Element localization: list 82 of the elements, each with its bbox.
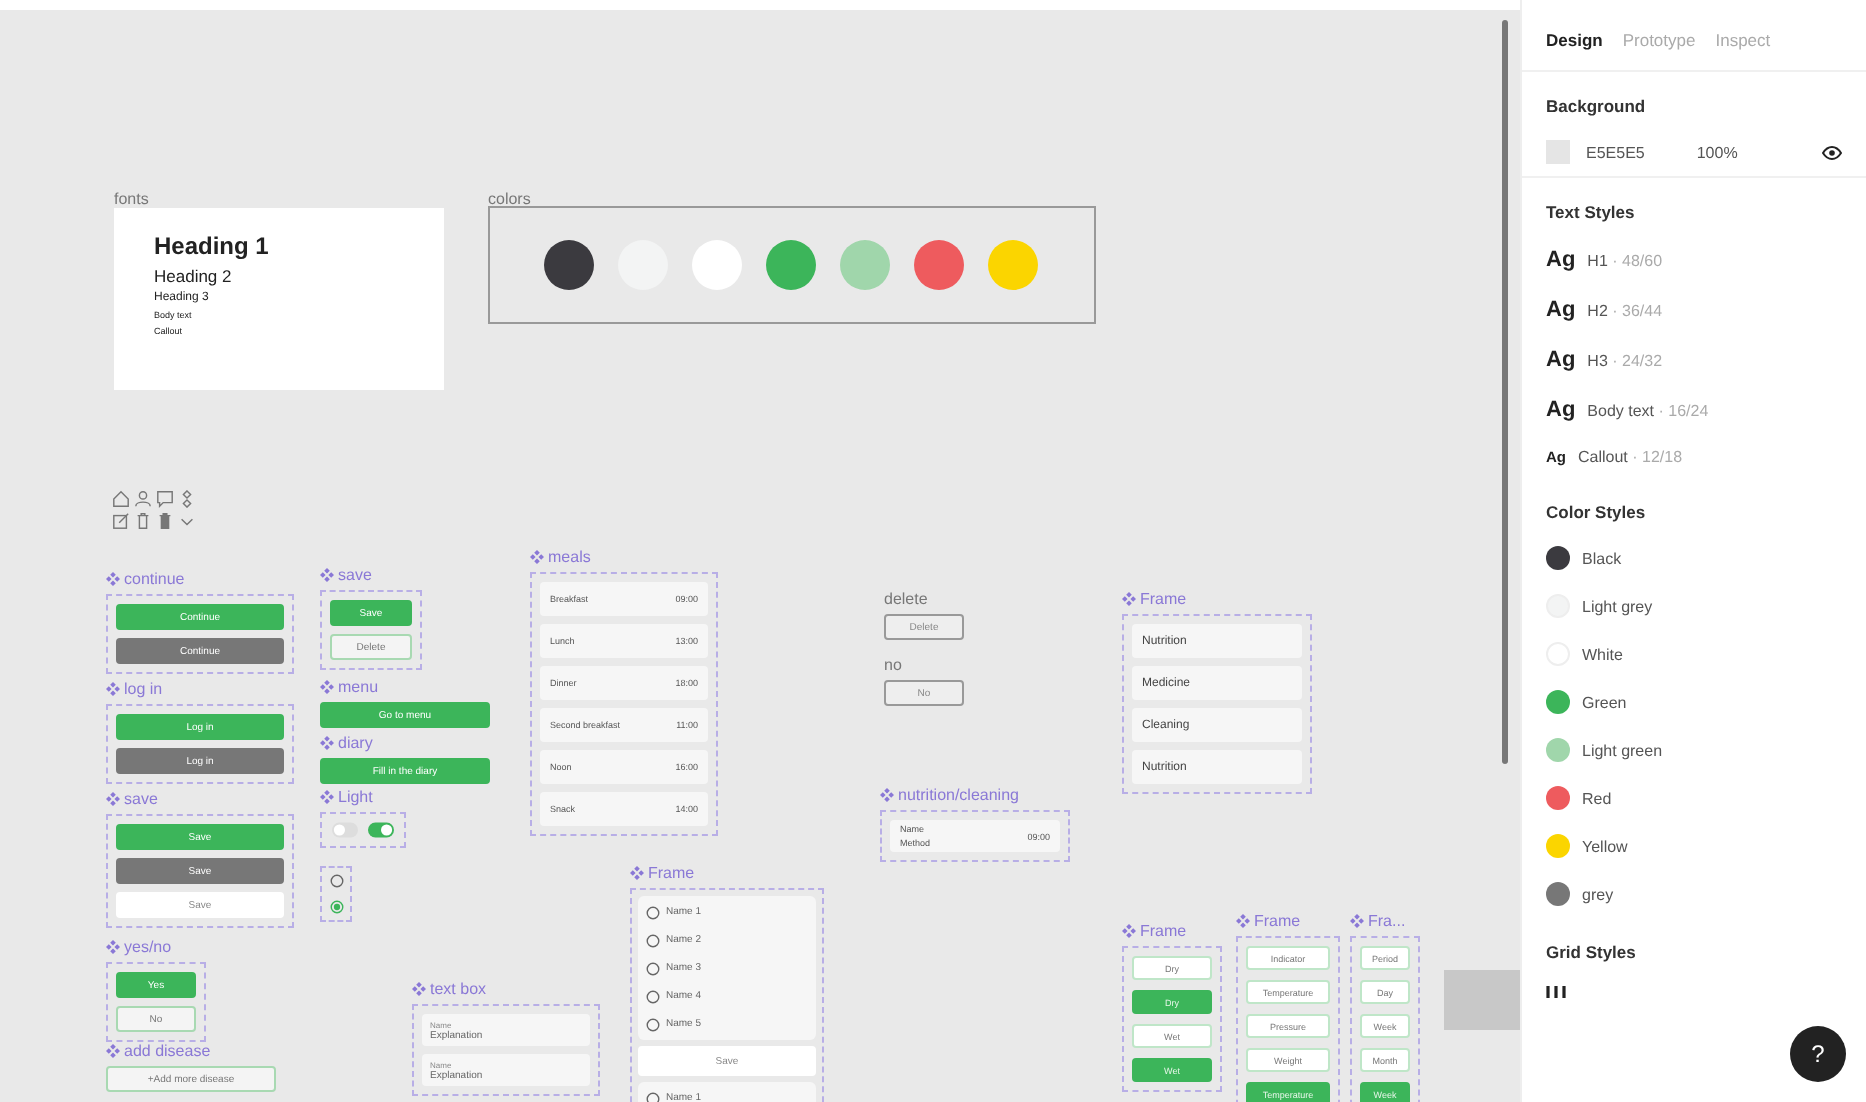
component-icon	[106, 572, 120, 586]
frame-title: no	[884, 656, 902, 674]
trash-icon	[156, 512, 174, 530]
component-icon	[320, 736, 334, 750]
radio-button[interactable]	[330, 900, 344, 914]
frame-title: nutrition/cleaning	[898, 786, 1019, 804]
component-icon	[106, 1044, 120, 1058]
background-swatch[interactable]	[1546, 140, 1570, 164]
color-style-name[interactable]: Black	[1582, 549, 1622, 567]
home-icon	[112, 490, 130, 508]
frame-title: text box	[430, 980, 487, 998]
font-sample: Heading 2	[154, 266, 234, 286]
eye-icon[interactable]	[1822, 145, 1842, 159]
text-style[interactable]: Ag H2 · 36/44	[1546, 298, 1842, 322]
frame-title: diary	[338, 734, 373, 752]
color-style-name[interactable]: Red	[1582, 789, 1612, 807]
component-icon	[106, 792, 120, 806]
radio-button[interactable]	[646, 933, 660, 947]
radio-button[interactable]	[646, 989, 660, 1003]
frame-title: save	[124, 790, 158, 808]
color-style-name[interactable]: Green	[1582, 693, 1627, 711]
component-icon	[1236, 914, 1250, 928]
text-style[interactable]: Ag H1 · 48/60	[1546, 248, 1842, 272]
color-style-name[interactable]: Light grey	[1582, 597, 1653, 615]
radio-button[interactable]	[330, 874, 344, 888]
component-icon	[320, 568, 334, 582]
frame-title: add disease	[124, 1042, 211, 1060]
component-icon	[106, 682, 120, 696]
frame-title: meals	[548, 548, 591, 566]
text-style[interactable]: Ag Body text · 16/24	[1546, 398, 1842, 422]
frame-title: log in	[124, 680, 163, 698]
radio-button[interactable]	[646, 1091, 660, 1102]
frame-title: Frame	[1254, 912, 1301, 930]
toggle-switch[interactable]	[368, 822, 394, 838]
frame-title: fonts	[114, 190, 149, 208]
frame-title: colors	[488, 190, 531, 208]
component-icon	[1122, 924, 1136, 938]
help-button[interactable]: ?	[1790, 1026, 1846, 1082]
text-style[interactable]: Ag H3 · 24/32	[1546, 348, 1842, 372]
frame-title: Fra...	[1368, 912, 1406, 930]
component-icon	[412, 982, 426, 996]
edit-icon	[112, 512, 130, 530]
color-style-name[interactable]: White	[1582, 645, 1623, 663]
font-sample: Heading 1	[154, 232, 271, 260]
chat-icon	[156, 490, 174, 508]
component-icon	[630, 866, 644, 880]
frame-title: Frame	[648, 864, 695, 882]
component-icon	[320, 790, 334, 804]
frame-title: yes/no	[124, 938, 172, 956]
frame-title: continue	[124, 570, 185, 588]
component-icon	[1122, 592, 1136, 606]
component-icon	[880, 788, 894, 802]
component-icon	[1350, 914, 1364, 928]
opacity-value[interactable]: 100%	[1696, 143, 1738, 161]
frame-title: save	[338, 566, 372, 584]
color-style-name[interactable]: Yellow	[1582, 837, 1628, 855]
color-style-name[interactable]: Light green	[1582, 741, 1663, 759]
section-title: Color Styles	[1546, 502, 1648, 522]
section-title: Grid Styles	[1546, 942, 1638, 962]
frame-title: Frame	[1140, 590, 1187, 608]
frame-title: Frame	[1140, 922, 1187, 940]
frame-title: menu	[338, 678, 379, 696]
component-icon	[178, 490, 196, 508]
radio-button[interactable]	[646, 961, 660, 975]
radio-button[interactable]	[646, 905, 660, 919]
component-icon	[320, 680, 334, 694]
frame-title: Light	[338, 788, 373, 806]
panel-tab[interactable]: Design	[1546, 30, 1603, 50]
trash-icon	[134, 512, 152, 530]
section-title: Text Styles	[1546, 202, 1637, 222]
component-icon	[530, 550, 544, 564]
canvas-rectangle	[1444, 970, 1520, 1030]
component-icon	[106, 940, 120, 954]
user-icon	[134, 490, 152, 508]
radio-button[interactable]	[646, 1017, 660, 1031]
color-style-name[interactable]: grey	[1582, 885, 1614, 903]
hex-value[interactable]: E5E5E5	[1586, 143, 1645, 161]
scroll-bar[interactable]	[1502, 20, 1508, 764]
frame-title: delete	[884, 590, 928, 608]
section-title: Background	[1546, 96, 1648, 116]
toggle-switch[interactable]	[332, 822, 358, 838]
grid-icon	[1546, 986, 1566, 998]
